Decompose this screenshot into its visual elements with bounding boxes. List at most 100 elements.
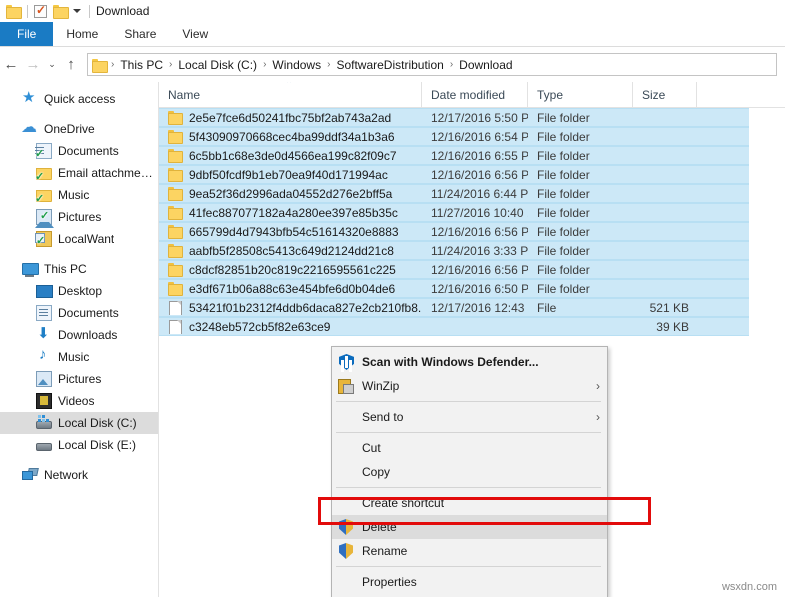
sidebar-item-documents[interactable]: Documents bbox=[0, 140, 158, 162]
table-row[interactable]: 53421f01b2312f4ddb6daca827e2cb210fb8... 1… bbox=[159, 298, 749, 317]
table-row[interactable]: c3248eb572cb5f82e63ce9 39 KB bbox=[159, 317, 749, 336]
sidebar-item-videos[interactable]: Videos bbox=[0, 390, 158, 412]
sidebar-item-pictures[interactable]: Pictures bbox=[0, 368, 158, 390]
sidebar-item-onedrive[interactable]: OneDrive bbox=[0, 117, 158, 140]
file-name-label: aabfb5f28508c5413c649d2124dd21c8 bbox=[189, 243, 394, 258]
back-button[interactable]: ← bbox=[0, 54, 22, 76]
table-row[interactable]: 41fec887077182a4a280ee397e85b35c 11/27/20… bbox=[159, 203, 749, 222]
file-type-cell: File folder bbox=[537, 110, 590, 125]
file-type-cell: File folder bbox=[537, 281, 590, 296]
sidebar-item-localwant[interactable]: LocalWant bbox=[0, 228, 158, 250]
properties-checkbox-icon[interactable] bbox=[34, 3, 47, 18]
tab-home[interactable]: Home bbox=[53, 22, 111, 46]
table-row[interactable]: 9dbf50fcdf9b1eb70ea9f40d171994ac 12/16/20… bbox=[159, 165, 749, 184]
menu-item-no-icon bbox=[336, 439, 356, 457]
table-row[interactable]: 665799d4d7943bfb54c51614320e8883 12/16/20… bbox=[159, 222, 749, 241]
column-header-name[interactable]: Name ⌃ bbox=[159, 82, 422, 108]
menu-item-winzip[interactable]: WinZip › bbox=[332, 374, 607, 398]
sidebar-item-label: Pictures bbox=[58, 372, 102, 386]
breadcrumb-separator-3[interactable]: › bbox=[323, 59, 334, 70]
sidebar-item-desktop[interactable]: Desktop bbox=[0, 280, 158, 302]
table-row[interactable]: 9ea52f36d2996ada04552d276e2bff5a 11/24/20… bbox=[159, 184, 749, 203]
file-name-label: 53421f01b2312f4ddb6daca827e2cb210fb8... bbox=[189, 300, 422, 315]
sidebar-item-music[interactable]: Music bbox=[0, 184, 158, 206]
table-row[interactable]: 2e5e7fce6d50241fbc75bf2ab743a2ad 12/17/20… bbox=[159, 108, 749, 127]
tab-file[interactable]: File bbox=[0, 22, 54, 46]
menu-item-send-to[interactable]: Send to › bbox=[332, 405, 607, 429]
sidebar-item-local-disk-c[interactable]: Local Disk (C:) bbox=[0, 412, 158, 434]
recent-locations-dropdown-icon[interactable]: ⌄ bbox=[44, 54, 60, 76]
breadcrumb-separator-0[interactable]: › bbox=[107, 59, 118, 70]
column-header-date-modified[interactable]: Date modified bbox=[422, 82, 528, 108]
new-folder-icon[interactable] bbox=[53, 5, 69, 19]
qat-separator-1 bbox=[27, 4, 28, 18]
column-header-spacer bbox=[697, 82, 785, 108]
file-date-cell: 11/27/2016 10:40 ... bbox=[431, 205, 528, 220]
breadcrumb-item-this-pc[interactable]: This PC bbox=[118, 58, 165, 72]
breadcrumb-separator-4[interactable]: › bbox=[446, 59, 457, 70]
column-header-size[interactable]: Size bbox=[633, 82, 697, 108]
tab-view[interactable]: View bbox=[169, 22, 221, 46]
menu-item-create-shortcut[interactable]: Create shortcut bbox=[332, 491, 607, 515]
table-row[interactable]: e3df671b06a88c63e454bfe6d0b04de6 12/16/20… bbox=[159, 279, 749, 298]
menu-item-properties[interactable]: Properties bbox=[332, 570, 607, 594]
menu-item-rename[interactable]: Rename bbox=[332, 539, 607, 563]
sidebar-item-label: Documents bbox=[58, 306, 119, 320]
sidebar-item-this-pc[interactable]: This PC bbox=[0, 258, 158, 280]
sidebar-item-network[interactable]: Network bbox=[0, 464, 158, 486]
file-size-cell: 521 KB bbox=[649, 300, 689, 315]
breadcrumb-item-softwaredistribution[interactable]: SoftwareDistribution bbox=[334, 58, 445, 72]
folder-icon bbox=[168, 167, 183, 182]
table-row[interactable]: 5f43090970668cec4ba99ddf34a1b3a6 12/16/20… bbox=[159, 127, 749, 146]
sidebar-item-quick-access[interactable]: Quick access bbox=[0, 88, 158, 110]
sidebar-item-label: Videos bbox=[58, 394, 95, 408]
breadcrumb[interactable]: › This PC › Local Disk (C:) › Windows › … bbox=[87, 53, 777, 76]
menu-item-no-icon bbox=[336, 408, 356, 426]
menu-separator bbox=[336, 487, 601, 488]
file-type-cell: File folder bbox=[537, 148, 590, 163]
file-date-cell: 12/16/2016 6:54 PM bbox=[431, 129, 528, 144]
menu-item-cut[interactable]: Cut bbox=[332, 436, 607, 460]
address-bar: ← → ⌄ ↑ › This PC › Local Disk (C:) › Wi… bbox=[0, 47, 785, 82]
breadcrumb-item-download[interactable]: Download bbox=[457, 58, 514, 72]
forward-button[interactable]: → bbox=[22, 54, 44, 76]
breadcrumb-separator-1[interactable]: › bbox=[165, 59, 176, 70]
folder-icon bbox=[168, 262, 183, 277]
sidebar-item-local-disk-e[interactable]: Local Disk (E:) bbox=[0, 434, 158, 456]
menu-item-copy[interactable]: Copy bbox=[332, 460, 607, 484]
submenu-chevron-right-icon: › bbox=[596, 379, 600, 393]
table-row[interactable]: aabfb5f28508c5413c649d2124dd21c8 11/24/20… bbox=[159, 241, 749, 260]
file-type-cell: File folder bbox=[537, 224, 590, 239]
menu-item-label: Copy bbox=[362, 465, 391, 479]
sidebar-item-music[interactable]: Music bbox=[0, 346, 158, 368]
breadcrumb-separator-2[interactable]: › bbox=[259, 59, 270, 70]
folder-icon bbox=[6, 5, 22, 19]
sidebar-item-pictures[interactable]: Pictures bbox=[0, 206, 158, 228]
customize-qat-dropdown-icon[interactable] bbox=[72, 6, 83, 17]
file-name-label: 665799d4d7943bfb54c51614320e8883 bbox=[189, 224, 399, 239]
up-button[interactable]: ↑ bbox=[60, 54, 82, 76]
local-disk-icon bbox=[36, 443, 52, 451]
breadcrumb-item-local-disk-c[interactable]: Local Disk (C:) bbox=[176, 58, 259, 72]
ribbon-empty-area bbox=[221, 22, 785, 46]
table-row[interactable]: c8dcf82851b20c819c2216595561c225 12/16/20… bbox=[159, 260, 749, 279]
winzip-icon bbox=[336, 377, 356, 395]
tab-share[interactable]: Share bbox=[111, 22, 169, 46]
pictures-sync-icon bbox=[35, 209, 55, 228]
document-sync-icon bbox=[35, 143, 52, 159]
file-date-cell: 12/16/2016 6:55 PM bbox=[431, 148, 528, 163]
menu-item-delete[interactable]: Delete bbox=[332, 515, 607, 539]
file-name-cell: c8dcf82851b20c819c2216595561c225 bbox=[159, 262, 422, 277]
sidebar-item-documents[interactable]: Documents bbox=[0, 302, 158, 324]
column-header-type[interactable]: Type bbox=[528, 82, 633, 108]
sidebar-item-email-attachments[interactable]: Email attachments bbox=[0, 162, 158, 184]
sidebar-item-label: Desktop bbox=[58, 284, 103, 298]
table-row[interactable]: 6c5bb1c68e3de0d4566ea199c82f09c7 12/16/20… bbox=[159, 146, 749, 165]
sidebar-item-downloads[interactable]: Downloads bbox=[0, 324, 158, 346]
menu-item-scan-with-windows-defender[interactable]: Scan with Windows Defender... bbox=[332, 350, 607, 374]
breadcrumb-item-windows[interactable]: Windows bbox=[270, 58, 323, 72]
file-type-cell: File folder bbox=[537, 186, 590, 201]
desktop-icon bbox=[36, 283, 53, 299]
menu-item-no-icon bbox=[336, 494, 356, 512]
title-bar: Download bbox=[0, 0, 785, 22]
